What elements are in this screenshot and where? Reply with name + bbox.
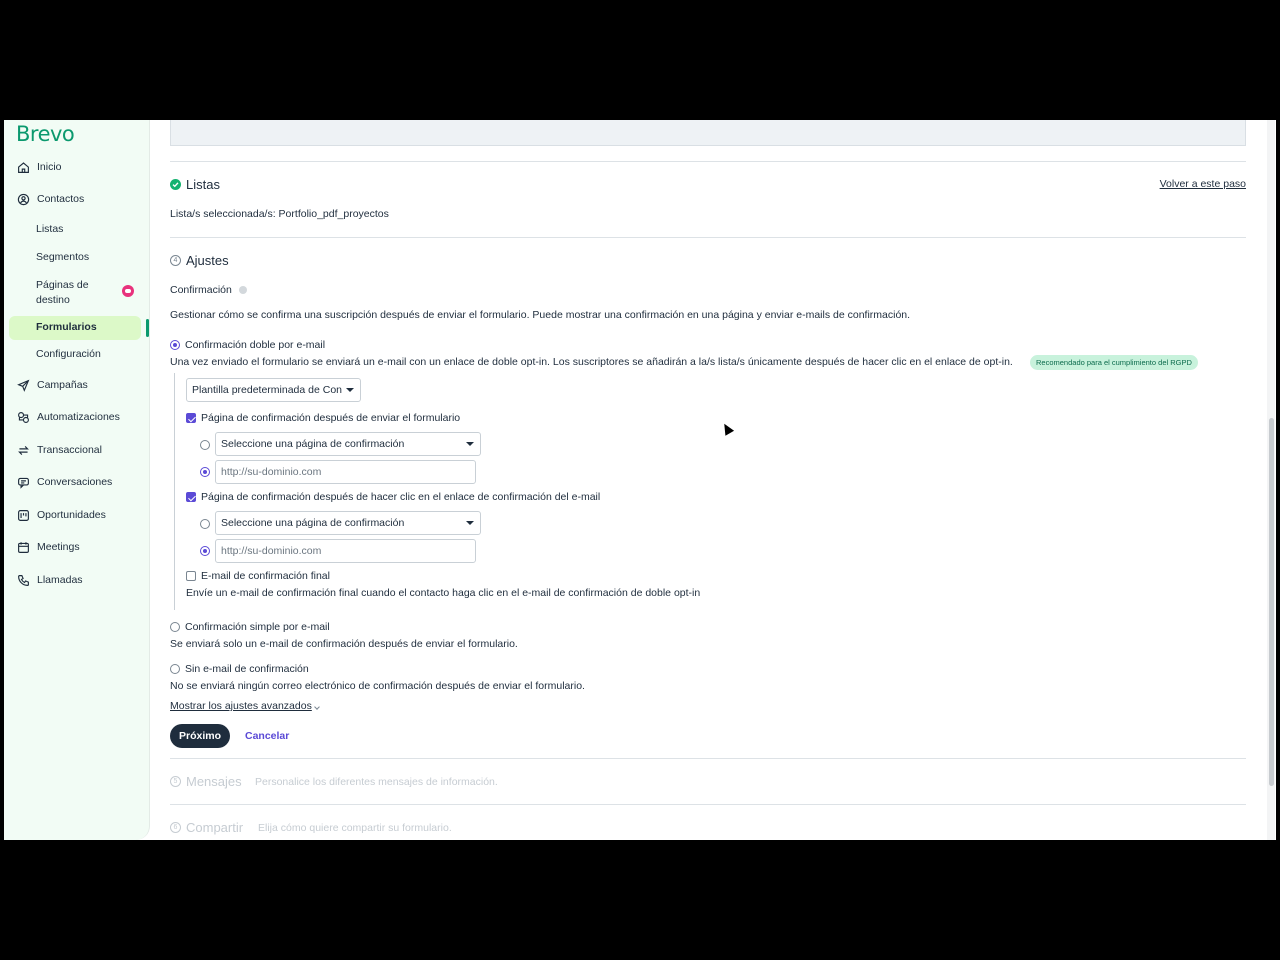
- app-screen: Brevo Inicio Contactos Listas Segmentos …: [4, 120, 1276, 840]
- help-icon[interactable]: [239, 286, 247, 294]
- double-confirmation-label[interactable]: Confirmación doble por e-mail: [185, 339, 325, 351]
- check-circle-icon: [170, 179, 181, 190]
- nav-label: Meetings: [37, 541, 80, 553]
- settings-description: Gestionar cómo se confirma una suscripci…: [170, 309, 911, 321]
- nav-label: Contactos: [37, 193, 85, 205]
- double-confirmation-desc: Una vez enviado el formulario se enviará…: [170, 356, 1013, 368]
- url-input-click[interactable]: http://su-dominio.com: [215, 539, 476, 563]
- section-title-compartir: Compartir: [186, 820, 244, 835]
- chevron-down-icon: [346, 388, 354, 392]
- nav-label: Automatizaciones: [37, 411, 120, 423]
- sub-item-listas[interactable]: Listas: [36, 223, 63, 235]
- back-to-step-link[interactable]: Volver a este paso: [1160, 178, 1246, 190]
- section-desc-mensajes: Personalice los diferentes mensajes de i…: [255, 776, 498, 788]
- automation-icon: [16, 410, 30, 424]
- nav-item-automatizaciones[interactable]: Automatizaciones: [4, 410, 150, 424]
- sub-item-segmentos[interactable]: Segmentos: [36, 251, 89, 263]
- no-confirmation-label[interactable]: Sin e-mail de confirmación: [185, 663, 309, 675]
- nested-options-line: [174, 373, 175, 610]
- nav-item-campanas[interactable]: Campañas: [4, 378, 150, 392]
- sidebar: Brevo Inicio Contactos Listas Segmentos …: [4, 120, 150, 840]
- template-select[interactable]: Plantilla predeterminada de Con: [186, 378, 361, 402]
- section-title-ajustes: Ajustes: [186, 253, 229, 268]
- page-after-submit-label[interactable]: Página de confirmación después de enviar…: [201, 412, 460, 424]
- nav-item-meetings[interactable]: Meetings: [4, 540, 150, 554]
- main-content: Listas Volver a este paso Lista/s selecc…: [170, 120, 1246, 840]
- confirmation-page-select-submit[interactable]: Seleccione una página de confirmación: [215, 432, 481, 456]
- template-select-value: Plantilla predeterminada de Con: [192, 384, 343, 396]
- section-desc-compartir: Elija cómo quiere compartir su formulari…: [258, 822, 452, 834]
- active-indicator: [146, 319, 149, 337]
- divider: [170, 804, 1246, 805]
- divider: [170, 758, 1246, 759]
- confirmation-page-select-click[interactable]: Seleccione una página de confirmación: [215, 511, 481, 535]
- url-input-submit[interactable]: http://su-dominio.com: [215, 460, 476, 484]
- select-placeholder: Seleccione una página de confirmación: [221, 517, 405, 529]
- chevron-down-icon: [466, 521, 474, 525]
- section-title-mensajes: Mensajes: [186, 774, 242, 789]
- sub-item-label-line1: Páginas de: [36, 279, 89, 291]
- sub-item-label-line2: destino: [36, 294, 70, 306]
- final-email-label[interactable]: E-mail de confirmación final: [201, 570, 330, 582]
- nav-item-transaccional[interactable]: Transaccional: [4, 443, 150, 457]
- gdpr-badge: Recomendado para el cumplimiento del RGP…: [1030, 355, 1198, 370]
- final-email-desc: Envíe un e-mail de confirmación final cu…: [186, 587, 701, 599]
- transactional-icon: [16, 443, 30, 457]
- preview-box: [170, 120, 1246, 146]
- notification-badge-icon: [122, 285, 134, 297]
- radio-simple-confirmation[interactable]: [170, 622, 180, 632]
- radio-select-page-click[interactable]: [200, 519, 210, 529]
- sub-item-formularios[interactable]: Formularios: [36, 321, 97, 333]
- radio-no-confirmation[interactable]: [170, 664, 180, 674]
- simple-confirmation-label[interactable]: Confirmación simple por e-mail: [185, 621, 330, 633]
- confirmation-label: Confirmación: [170, 284, 232, 296]
- nav-item-contactos[interactable]: Contactos: [4, 192, 150, 206]
- radio-double-confirmation[interactable]: [170, 340, 180, 350]
- send-icon: [16, 378, 30, 392]
- home-icon: [16, 160, 30, 174]
- radio-url-click[interactable]: [200, 546, 210, 556]
- nav-label: Llamadas: [37, 574, 83, 586]
- calendar-icon: [16, 540, 30, 554]
- step-number-badge: 6: [170, 822, 181, 833]
- nav-item-oportunidades[interactable]: Oportunidades: [4, 508, 150, 522]
- nav-label: Inicio: [37, 161, 62, 173]
- nav-item-llamadas[interactable]: Llamadas: [4, 573, 150, 587]
- phone-icon: [16, 573, 30, 587]
- checkbox-page-after-click[interactable]: [186, 492, 196, 502]
- sub-item-configuracion[interactable]: Configuración: [36, 348, 101, 360]
- contacts-icon: [16, 192, 30, 206]
- no-confirmation-desc: No se enviará ningún correo electrónico …: [170, 680, 585, 692]
- step-number-badge: 5: [170, 776, 181, 787]
- nav-label: Campañas: [37, 379, 88, 391]
- brevo-logo[interactable]: Brevo: [16, 122, 75, 146]
- select-placeholder: Seleccione una página de confirmación: [221, 438, 405, 450]
- chevron-down-icon: [314, 704, 320, 710]
- cancel-button[interactable]: Cancelar: [245, 730, 289, 742]
- nav-label: Conversaciones: [37, 476, 113, 488]
- chat-icon: [16, 475, 30, 489]
- sub-item-paginas-destino[interactable]: Páginas de destino: [36, 278, 89, 308]
- divider: [170, 161, 1246, 162]
- scrollbar-thumb[interactable]: [1269, 418, 1274, 786]
- nav-label: Oportunidades: [37, 509, 106, 521]
- deals-icon: [16, 508, 30, 522]
- nav-item-inicio[interactable]: Inicio: [4, 160, 150, 174]
- checkbox-page-after-submit[interactable]: [186, 413, 196, 423]
- step-number-badge: 4: [170, 255, 181, 266]
- next-button[interactable]: Próximo: [170, 724, 230, 748]
- chevron-down-icon: [466, 442, 474, 446]
- checkbox-final-email[interactable]: [186, 571, 196, 581]
- advanced-settings-link[interactable]: Mostrar los ajustes avanzados: [170, 700, 312, 712]
- radio-url-submit[interactable]: [200, 467, 210, 477]
- simple-confirmation-desc: Se enviará solo un e-mail de confirmació…: [170, 638, 518, 650]
- page-after-click-label[interactable]: Página de confirmación después de hacer …: [201, 491, 600, 503]
- nav-label: Transaccional: [37, 444, 102, 456]
- nav-item-conversaciones[interactable]: Conversaciones: [4, 475, 150, 489]
- radio-select-page-submit[interactable]: [200, 440, 210, 450]
- section-title-listas: Listas: [186, 177, 220, 192]
- selected-lists-text: Lista/s seleccionada/s: Portfolio_pdf_pr…: [170, 208, 389, 220]
- divider: [170, 237, 1246, 238]
